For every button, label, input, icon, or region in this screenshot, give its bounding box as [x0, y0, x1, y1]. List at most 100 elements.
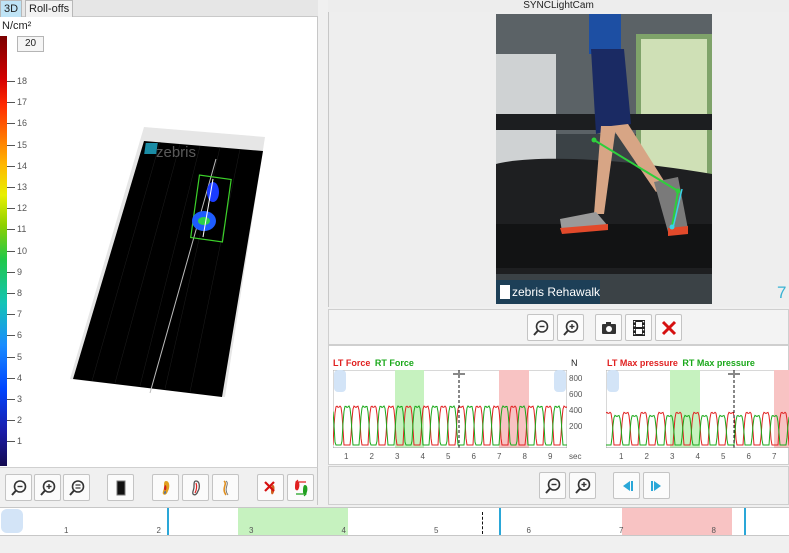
- force-chart: [333, 370, 567, 448]
- scale-tick-mark: [7, 102, 15, 104]
- record-video-button[interactable]: [625, 314, 652, 341]
- pressure-plate-3d: zebris: [70, 127, 265, 397]
- scale-tick-mark: [7, 187, 15, 188]
- foot-outline-button[interactable]: [182, 474, 209, 501]
- timeline-scrubber[interactable]: 1 2 3 4 5 6 7 8: [0, 507, 789, 536]
- scale-tick-label: 15: [17, 139, 28, 150]
- next-step-button[interactable]: [643, 472, 670, 499]
- scale-tick-mark: [7, 335, 15, 337]
- pressure-x-tick: 3: [670, 452, 675, 461]
- timeline-tick: 3: [249, 526, 254, 535]
- lt-pressure-label: LT Max pressure: [607, 358, 678, 368]
- scale-tick-label: 13: [17, 182, 28, 192]
- scale-tick-mark: [7, 293, 15, 294]
- pressure-x-tick: 1: [619, 452, 624, 461]
- camera-zoom-out-button[interactable]: [527, 314, 554, 341]
- tab-roll-offs[interactable]: Roll-offs: [25, 0, 74, 17]
- scale-tick-label: 5: [17, 351, 23, 362]
- pressure-x-tick: 4: [695, 452, 700, 461]
- scale-tick-mark: [7, 271, 15, 273]
- plate-view-button[interactable]: [107, 474, 134, 501]
- film-strip-icon: [632, 319, 645, 336]
- scale-tick-label: 4: [17, 372, 23, 383]
- camera-title: SYNCLightCam: [328, 0, 789, 12]
- scale-tick-mark: [7, 377, 15, 379]
- step-back-icon: [622, 480, 633, 491]
- footprint-color-icon: [162, 480, 169, 495]
- timeline-tick: 7: [619, 526, 624, 535]
- force-y-tick: 800: [569, 374, 583, 383]
- zoom-in-icon: [39, 479, 55, 496]
- scale-tick-label: 10: [17, 245, 28, 256]
- force-x-tick: 6: [471, 452, 476, 461]
- foot-color-button[interactable]: [152, 474, 179, 501]
- timeline-marker[interactable]: [167, 508, 169, 535]
- force-x-tick: 3: [395, 452, 400, 461]
- force-x-tick: 1: [344, 452, 349, 461]
- force-x-tick: 9: [548, 452, 553, 461]
- zoom-out-icon: [10, 479, 26, 496]
- force-y-tick: 600: [569, 390, 583, 399]
- timeline-tick: 6: [526, 526, 531, 535]
- treadmill-video: [496, 14, 712, 304]
- video-overlay-label: zebris Rehawalk: [512, 285, 601, 299]
- force-y-tick: 400: [569, 406, 583, 415]
- plate-brand-text: zebris: [156, 144, 196, 161]
- timeline-marker[interactable]: [744, 508, 746, 535]
- close-camera-button[interactable]: [655, 314, 682, 341]
- previous-step-button[interactable]: [613, 472, 640, 499]
- pressure-x-tick: 6: [746, 452, 751, 461]
- force-chart-title: LT Force RT Force: [333, 358, 414, 368]
- force-x-unit: sec: [569, 452, 582, 461]
- zoom-fit-button[interactable]: [63, 474, 90, 501]
- scale-tick-mark: [7, 208, 15, 210]
- charts-panel: LT Force RT Force N 800 600 400 200 1 2 3 4 5 6 7…: [328, 345, 789, 465]
- scale-tick-label: 9: [17, 266, 23, 277]
- pressure-x-tick: 7: [772, 452, 777, 461]
- timeline-tick: 5: [434, 526, 439, 535]
- scale-tick-label: 14: [17, 160, 28, 171]
- scale-max-input[interactable]: 20: [17, 36, 44, 52]
- scale-tick-mark: [7, 229, 15, 231]
- playback-toolbar: [328, 466, 789, 505]
- snapshot-button[interactable]: [595, 314, 622, 341]
- step-forward-icon: [650, 480, 661, 491]
- scale-tick-mark: [7, 420, 15, 422]
- timeline-tick: 4: [341, 526, 346, 535]
- scale-tick-mark: [7, 314, 15, 316]
- chart-zoom-out-button[interactable]: [539, 472, 566, 499]
- chart-zoom-in-button[interactable]: [569, 472, 596, 499]
- camera-corner-number: 7: [777, 283, 787, 302]
- scale-tick-label: 8: [17, 288, 23, 298]
- swap-feet-icon: [294, 479, 307, 496]
- camera-toolbar: [328, 309, 789, 345]
- scale-tick-mark: [7, 81, 15, 82]
- scale-tick-label: 3: [17, 394, 23, 404]
- timeline-cursor[interactable]: [482, 512, 483, 534]
- timeline-marker[interactable]: [499, 508, 501, 535]
- plate-icon: [116, 480, 125, 495]
- gait-line-button[interactable]: [212, 474, 239, 501]
- force-x-tick: 5: [446, 452, 451, 461]
- scale-tick-label: 7: [17, 309, 23, 320]
- tab-3d[interactable]: 3D: [0, 0, 23, 17]
- camera-video-frame[interactable]: zebris Rehawalk: [496, 14, 712, 304]
- timeline-start-handle[interactable]: [1, 509, 23, 533]
- footprint-outline-icon: [191, 479, 200, 495]
- scale-tick-mark: [7, 250, 15, 252]
- zoom-out-button[interactable]: [5, 474, 32, 501]
- scale-tick-label: 18: [17, 76, 28, 86]
- force-unit-label: N: [571, 358, 578, 368]
- swap-feet-button[interactable]: [287, 474, 314, 501]
- camera-zoom-in-button[interactable]: [557, 314, 584, 341]
- timeline-tick: 1: [64, 526, 69, 535]
- zoom-in-button[interactable]: [34, 474, 61, 501]
- remove-steps-button[interactable]: [257, 474, 284, 501]
- zoom-fit-icon: [68, 479, 84, 496]
- zoom-out-icon: [544, 477, 560, 494]
- pressure-chart-title: LT Max pressure RT Max pressure: [607, 358, 755, 368]
- timeline-tick: 2: [156, 526, 161, 535]
- timeline-green-range: [238, 508, 348, 535]
- pressure-x-tick: 2: [644, 452, 649, 461]
- remove-footprint-icon: [263, 480, 275, 494]
